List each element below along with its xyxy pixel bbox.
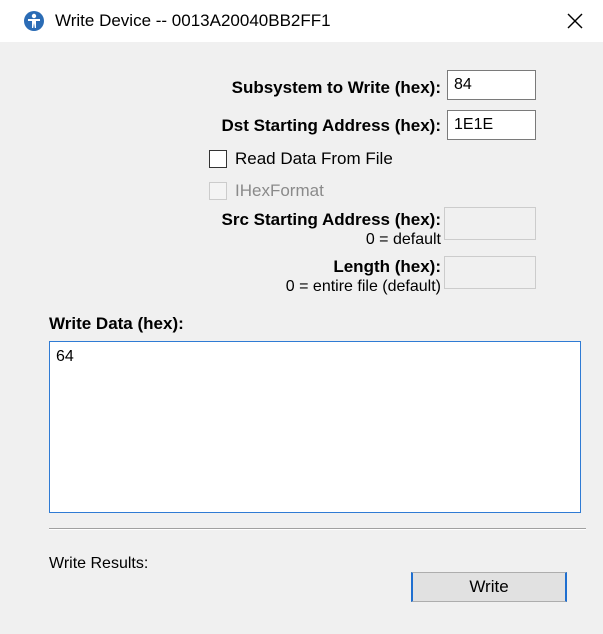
read-from-file-label: Read Data From File	[235, 149, 393, 168]
ihex-format-checkbox	[209, 182, 227, 200]
dst-address-label: Dst Starting Address (hex):	[221, 116, 441, 135]
close-icon[interactable]	[560, 6, 590, 36]
window-title: Write Device -- 0013A20040BB2FF1	[55, 11, 331, 30]
subsystem-label: Subsystem to Write (hex):	[231, 78, 441, 97]
write-results-label: Write Results:	[49, 555, 149, 572]
write-device-dialog: Write Device -- 0013A20040BB2FF1 Subsyst…	[0, 0, 603, 634]
read-from-file-checkbox[interactable]	[209, 150, 227, 168]
write-button[interactable]: Write	[411, 572, 567, 602]
length-input	[444, 256, 536, 289]
xctu-app-icon	[24, 11, 44, 31]
src-address-input	[444, 207, 536, 240]
src-address-label: Src Starting Address (hex):	[221, 210, 441, 229]
ihex-format-option: IHexFormat	[209, 181, 324, 201]
ihex-format-label: IHexFormat	[235, 181, 324, 200]
src-address-hint: 0 = default	[365, 231, 441, 248]
dst-address-input[interactable]: 1E1E	[447, 110, 536, 140]
subsystem-input[interactable]: 84	[447, 70, 536, 100]
length-hint: 0 = entire file (default)	[285, 278, 441, 295]
write-data-textarea[interactable]: 64	[49, 341, 581, 513]
length-label: Length (hex):	[333, 257, 441, 276]
title-bar: Write Device -- 0013A20040BB2FF1	[0, 0, 603, 42]
separator	[49, 528, 586, 530]
write-data-label: Write Data (hex):	[49, 314, 184, 333]
read-from-file-option[interactable]: Read Data From File	[209, 149, 393, 169]
